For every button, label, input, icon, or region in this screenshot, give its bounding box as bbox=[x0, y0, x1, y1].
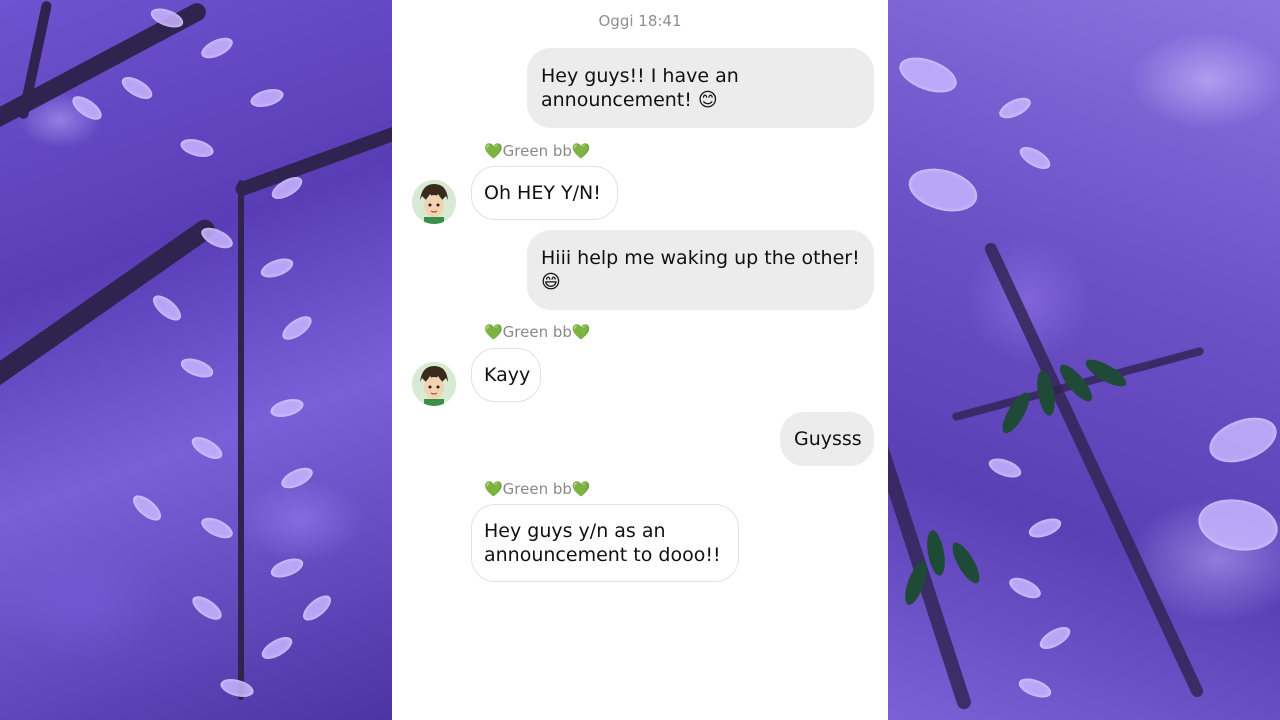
chat-timestamp: Oggi 18:41 bbox=[598, 12, 682, 30]
message-text: Hey guys y/n as an announcement to dooo!… bbox=[484, 520, 721, 566]
background-wisteria-left bbox=[0, 0, 392, 720]
chat-panel: Oggi 18:41 Hey guys!! I have an announce… bbox=[392, 0, 888, 720]
message-text: Hiii help me waking up the other! 😄 bbox=[541, 247, 860, 293]
sender-name: 💚Green bb💚 bbox=[484, 323, 591, 341]
message-incoming[interactable]: Hey guys y/n as an announcement to dooo!… bbox=[471, 504, 739, 582]
message-outgoing[interactable]: Hey guys!! I have an announcement! 😊 bbox=[527, 48, 874, 128]
message-outgoing[interactable]: Hiii help me waking up the other! 😄 bbox=[527, 230, 874, 310]
message-text: Kayy bbox=[484, 364, 531, 386]
sender-name: 💚Green bb💚 bbox=[484, 142, 591, 160]
avatar[interactable] bbox=[412, 362, 456, 406]
message-text: Hey guys!! I have an announcement! 😊 bbox=[541, 65, 739, 111]
message-text: Guysss bbox=[794, 428, 862, 450]
message-outgoing[interactable]: Guysss bbox=[780, 412, 874, 466]
message-incoming[interactable]: Kayy bbox=[471, 348, 541, 402]
avatar[interactable] bbox=[412, 180, 456, 224]
message-text: Oh HEY Y/N! bbox=[484, 182, 601, 204]
background-wisteria-right bbox=[888, 0, 1280, 720]
message-incoming[interactable]: Oh HEY Y/N! bbox=[471, 166, 618, 220]
sender-name: 💚Green bb💚 bbox=[484, 480, 591, 498]
